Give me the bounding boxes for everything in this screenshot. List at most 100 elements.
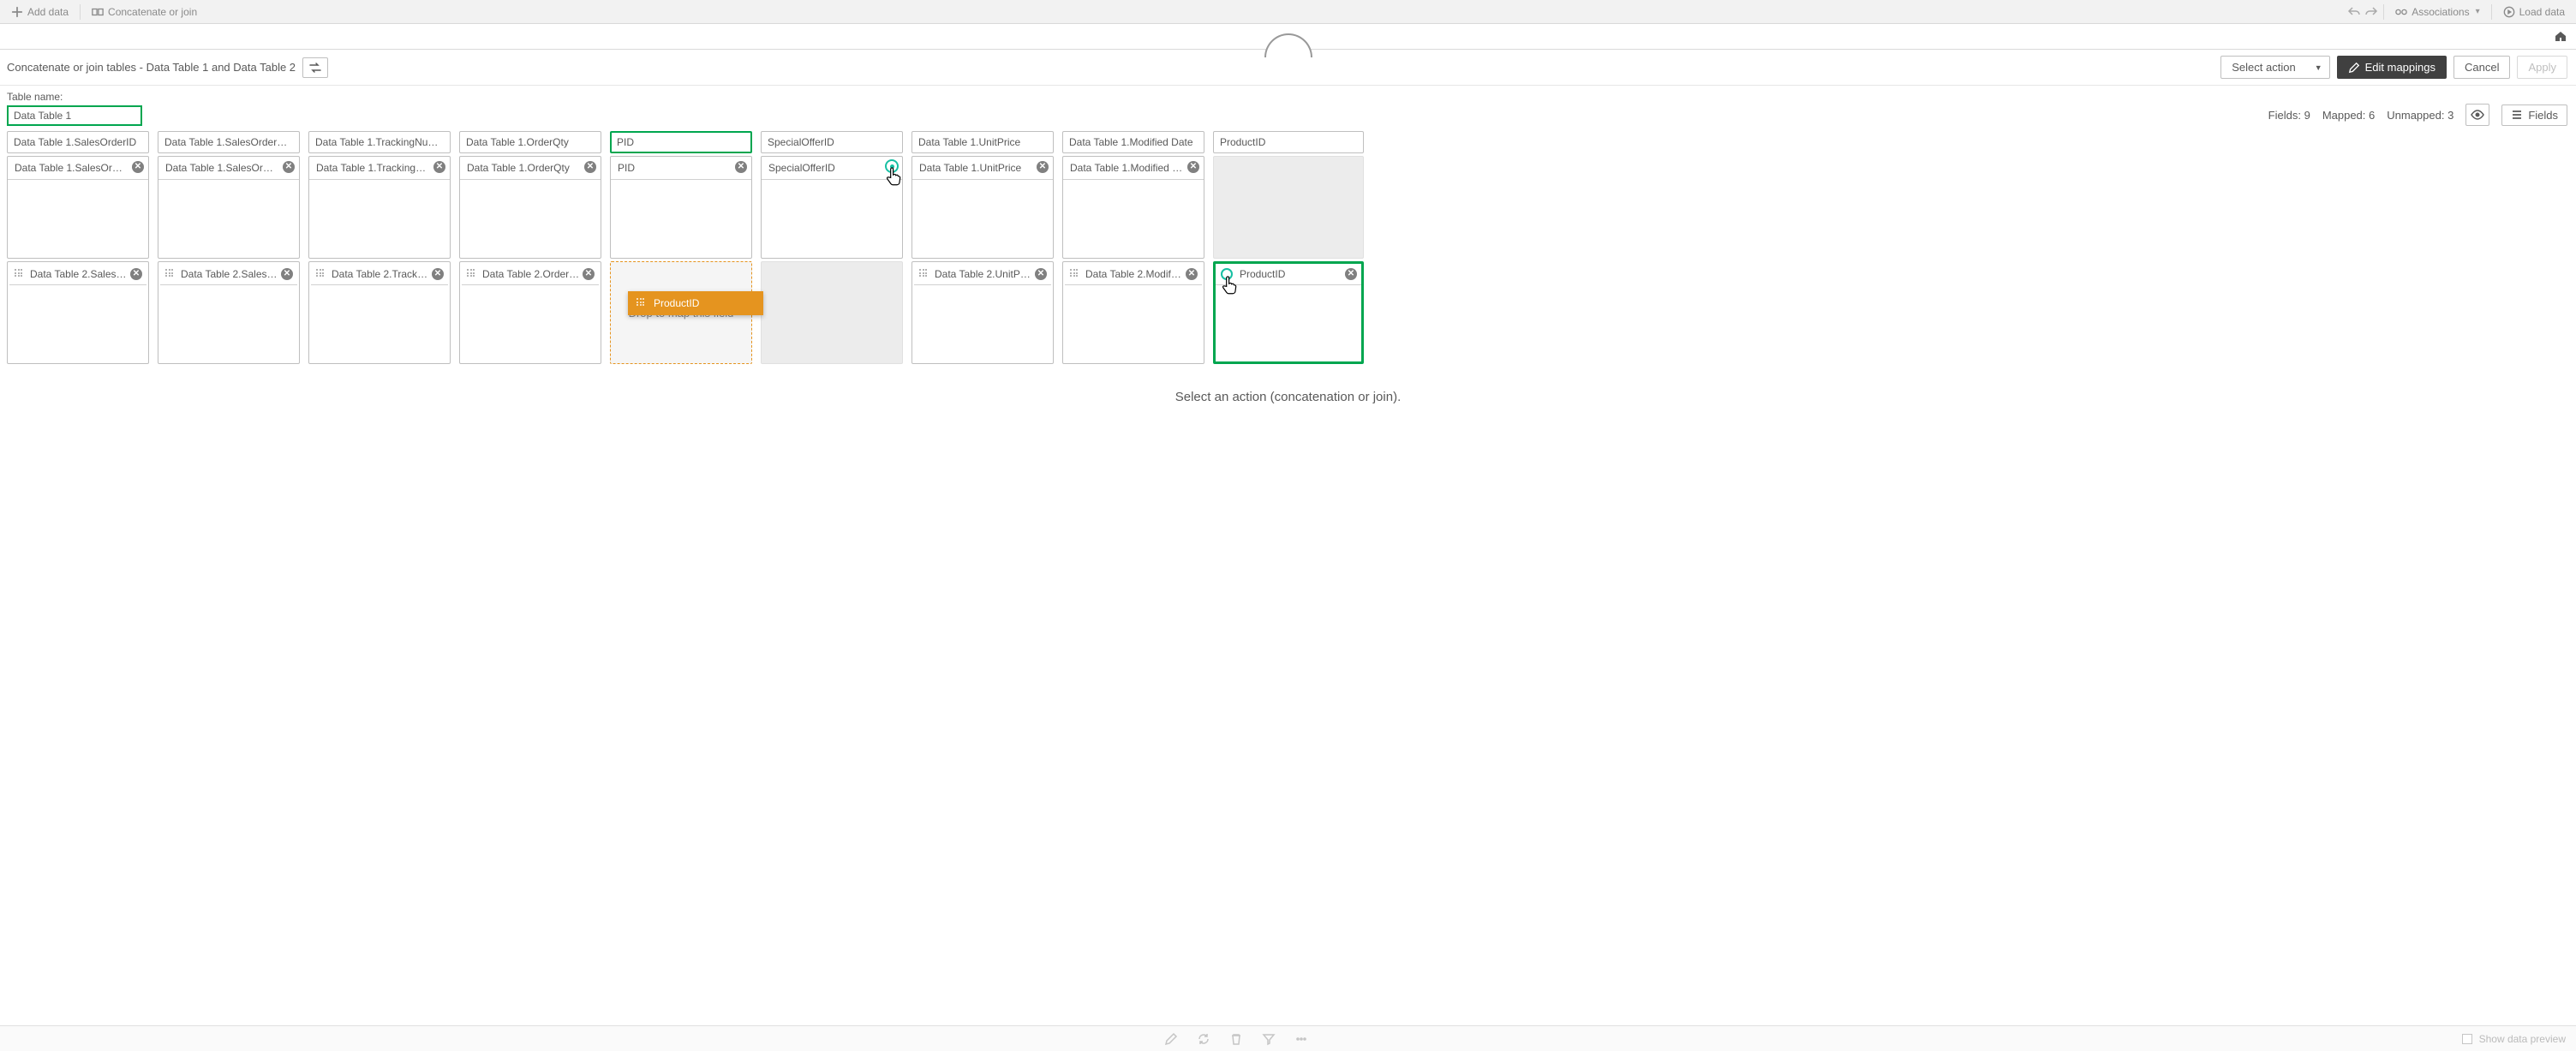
column-header-input[interactable]: Data Table 1.SalesOrderDetailID xyxy=(158,131,300,153)
column-header-input[interactable]: ProductID xyxy=(1213,131,1364,153)
home-icon[interactable] xyxy=(2554,29,2567,43)
top-toolbar: Add data Concatenate or join Association… xyxy=(0,0,2576,24)
cancel-button[interactable]: Cancel xyxy=(2453,56,2510,79)
remove-icon[interactable]: ✕ xyxy=(583,268,595,280)
mapping-indicator-icon[interactable] xyxy=(885,159,899,173)
unmapped-count: Unmapped: 3 xyxy=(2387,109,2453,122)
fields-menu-button[interactable]: Fields xyxy=(2501,105,2567,126)
grip-icon[interactable] xyxy=(15,269,25,279)
mapping-slot-row1[interactable]: SpecialOfferID xyxy=(761,156,903,259)
redo-icon[interactable] xyxy=(2364,5,2378,19)
mapping-slot-row1[interactable]: Data Table 1.UnitPrice✕ xyxy=(911,156,1054,259)
filter-icon[interactable] xyxy=(1262,1032,1276,1046)
apply-label: Apply xyxy=(2528,61,2556,74)
remove-icon[interactable]: ✕ xyxy=(281,268,293,280)
associations-icon xyxy=(2395,6,2407,18)
load-data-button[interactable]: Load data xyxy=(2497,3,2571,21)
add-data-button[interactable]: Add data xyxy=(5,3,75,21)
grip-icon[interactable] xyxy=(1070,269,1080,279)
field-pill-label: Data Table 2.OrderQty xyxy=(482,268,585,280)
select-action-dropdown[interactable]: Select action ▼ xyxy=(2220,56,2329,79)
mapping-slot-row2[interactable]: Data Table 2.Modifie…✕ xyxy=(1062,261,1204,364)
refresh-icon[interactable] xyxy=(1197,1032,1210,1046)
sub-bar: Table name: Fields: 9 Mapped: 6 Unmapped… xyxy=(0,86,2576,131)
expand-handle[interactable] xyxy=(1264,33,1312,57)
separator xyxy=(80,4,81,20)
mapped-count: Mapped: 6 xyxy=(2322,109,2375,122)
drag-chip-label: ProductID xyxy=(654,297,699,309)
show-preview-checkbox[interactable] xyxy=(2462,1034,2472,1044)
mapping-slot-row1[interactable]: Data Table 1.SalesOrder…✕ xyxy=(158,156,300,259)
mapping-slot-empty[interactable] xyxy=(1213,156,1364,259)
table-name-label: Table name: xyxy=(7,91,142,103)
swap-tables-button[interactable] xyxy=(302,57,328,78)
mapping-slot-row1[interactable]: Data Table 1.Modified Date✕ xyxy=(1062,156,1204,259)
remove-icon[interactable]: ✕ xyxy=(130,268,142,280)
column-header-input[interactable]: PID xyxy=(610,131,752,153)
select-action-label: Select action xyxy=(2232,61,2295,74)
grip-icon[interactable] xyxy=(316,269,326,279)
concat-icon xyxy=(92,6,104,18)
dragging-field-chip[interactable]: ProductID xyxy=(628,291,763,315)
mapping-slot-row1[interactable]: Data Table 1.SalesOrderID✕ xyxy=(7,156,149,259)
associations-button[interactable]: Associations ▾ xyxy=(2389,3,2485,21)
remove-icon[interactable]: ✕ xyxy=(1186,268,1198,280)
column-header-input[interactable]: Data Table 1.Modified Date xyxy=(1062,131,1204,153)
pencil-icon[interactable] xyxy=(1164,1032,1178,1046)
mapping-slot-row2[interactable]: Data Table 2.Trackin…✕ xyxy=(308,261,451,364)
page-title: Concatenate or join tables - Data Table … xyxy=(7,61,296,74)
remove-icon[interactable]: ✕ xyxy=(433,161,445,173)
mapping-slot-row1[interactable]: PID✕ xyxy=(610,156,752,259)
add-data-label: Add data xyxy=(27,6,69,18)
mapping-column: Data Table 1.SalesOrderDetailID Data Tab… xyxy=(158,131,300,364)
table-name-input[interactable] xyxy=(7,105,142,126)
remove-icon[interactable]: ✕ xyxy=(132,161,144,173)
drop-target[interactable]: Drop to map this field ProductID xyxy=(610,261,752,364)
dropdown-triangle-icon: ▼ xyxy=(2315,63,2322,72)
mapping-slot-empty[interactable] xyxy=(761,261,903,364)
mapping-slot-row2[interactable]: Data Table 2.SalesOr…✕ xyxy=(7,261,149,364)
preview-toggle-button[interactable] xyxy=(2465,104,2489,126)
edit-mappings-button[interactable]: Edit mappings xyxy=(2337,56,2447,79)
column-header-input[interactable]: Data Table 1.OrderQty xyxy=(459,131,601,153)
concat-join-button[interactable]: Concatenate or join xyxy=(86,3,203,21)
mapping-slot-row1[interactable]: Data Table 1.OrderQty ✕ xyxy=(459,156,601,259)
remove-icon[interactable]: ✕ xyxy=(584,161,596,173)
field-pill-label: Data Table 2.SalesOr… xyxy=(30,268,138,280)
column-header-input[interactable]: Data Table 1.TrackingNumber xyxy=(308,131,451,153)
list-icon xyxy=(2511,109,2523,121)
mapping-column: Data Table 1.SalesOrderID Data Table 1.S… xyxy=(7,131,149,364)
remove-icon[interactable]: ✕ xyxy=(1345,268,1357,280)
mapping-slot-row2[interactable]: ProductID ✕ xyxy=(1213,261,1364,364)
remove-icon[interactable]: ✕ xyxy=(283,161,295,173)
remove-icon[interactable]: ✕ xyxy=(432,268,444,280)
undo-icon[interactable] xyxy=(2347,5,2361,19)
remove-icon[interactable]: ✕ xyxy=(1035,268,1047,280)
grip-icon[interactable] xyxy=(165,269,176,279)
remove-icon[interactable]: ✕ xyxy=(735,161,747,173)
fields-count: Fields: 9 xyxy=(2268,109,2310,122)
fields-label: Fields xyxy=(2528,109,2558,122)
mapping-slot-row2[interactable]: Data Table 2.UnitPrice✕ xyxy=(911,261,1054,364)
more-icon[interactable] xyxy=(1294,1032,1308,1046)
cancel-label: Cancel xyxy=(2465,61,2499,74)
mapping-column: Data Table 1.TrackingNumber Data Table 1… xyxy=(308,131,451,364)
field-pill-label: Data Table 2.SalesOr… xyxy=(181,268,289,280)
grip-icon[interactable] xyxy=(467,269,477,279)
chevron-down-icon: ▾ xyxy=(2476,7,2480,16)
mapping-slot-row2[interactable]: Data Table 2.SalesOr…✕ xyxy=(158,261,300,364)
remove-icon[interactable]: ✕ xyxy=(1037,161,1049,173)
field-pill-label: Data Table 1.OrderQty xyxy=(467,162,570,174)
action-prompt: Select an action (concatenation or join)… xyxy=(0,364,2576,413)
column-header-input[interactable]: Data Table 1.UnitPrice xyxy=(911,131,1054,153)
field-pill-label: Data Table 2.Modifie… xyxy=(1085,268,1189,280)
remove-icon[interactable]: ✕ xyxy=(1187,161,1199,173)
field-pill-label: Data Table 1.SalesOrder… xyxy=(165,162,288,174)
column-header-input[interactable]: Data Table 1.SalesOrderID xyxy=(7,131,149,153)
grip-icon[interactable] xyxy=(919,269,929,279)
mapping-slot-row2[interactable]: Data Table 2.OrderQty✕ xyxy=(459,261,601,364)
mapping-slot-row1[interactable]: Data Table 1.TrackingNu…✕ xyxy=(308,156,451,259)
trash-icon[interactable] xyxy=(1229,1032,1243,1046)
column-header-input[interactable]: SpecialOfferID xyxy=(761,131,903,153)
mapping-grid: Data Table 1.SalesOrderID Data Table 1.S… xyxy=(0,131,2576,364)
